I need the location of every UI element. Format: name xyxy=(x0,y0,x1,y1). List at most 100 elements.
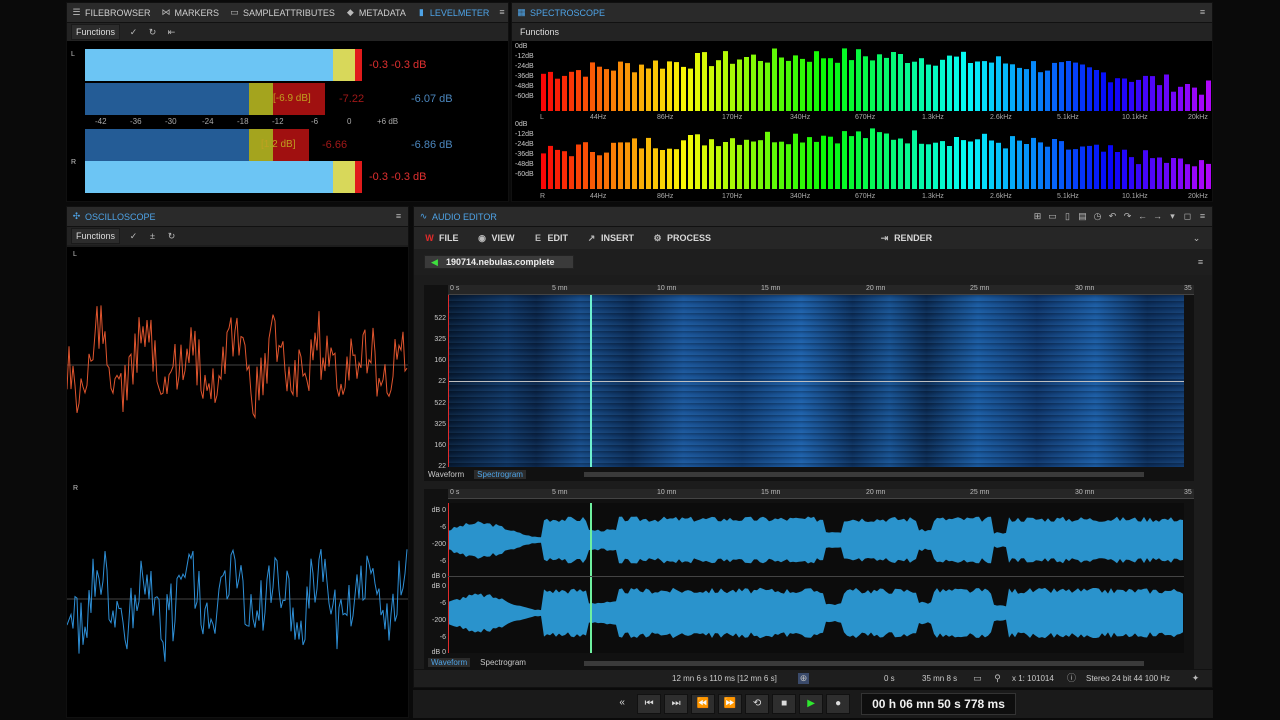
info-icon[interactable]: ⓘ xyxy=(1066,673,1077,684)
functions-button[interactable]: Functions xyxy=(71,228,121,244)
redo-icon[interactable]: ↷ xyxy=(1122,211,1133,222)
spectrum-bar xyxy=(821,135,826,189)
rewind-icon[interactable]: ⏪ xyxy=(691,694,716,714)
menu-render[interactable]: ⇥ RENDER xyxy=(879,233,932,244)
menu-view[interactable]: ◉ VIEW xyxy=(477,232,514,244)
spectrum-bar xyxy=(583,142,588,189)
eye-icon: ◉ xyxy=(478,232,486,243)
view-tab-waveform[interactable]: Waveform xyxy=(428,470,464,479)
forward-icon[interactable]: → xyxy=(1152,211,1163,222)
spectrum-bar xyxy=(1024,144,1029,189)
dropdown-icon[interactable]: ▾ xyxy=(1167,211,1178,222)
spectrum-bar xyxy=(569,71,574,111)
spectrum-bar xyxy=(548,71,553,111)
fast-forward-icon[interactable]: ⏩ xyxy=(718,694,743,714)
tab-levelmeter[interactable]: ▮ LEVELMETER xyxy=(416,7,490,18)
play-icon[interactable]: ▶ xyxy=(799,694,824,714)
spectrum-bar xyxy=(1164,74,1169,111)
checkmark-icon[interactable]: ✓ xyxy=(128,27,139,38)
spectrum-bar xyxy=(555,78,560,111)
view-tab-waveform[interactable]: Waveform xyxy=(428,658,471,667)
new-file-icon[interactable]: ⊞ xyxy=(1032,211,1043,222)
tab-spectroscope[interactable]: ▦ SPECTROSCOPE xyxy=(516,7,605,18)
plus-minus-icon[interactable]: ± xyxy=(147,231,158,242)
tab-filebrowser[interactable]: ☰ FILEBROWSER xyxy=(71,7,150,18)
monitor-icon[interactable]: ▭ xyxy=(972,673,983,684)
checkmark-icon[interactable]: ✓ xyxy=(128,231,139,242)
spectrum-bar xyxy=(1143,75,1148,111)
go-to-start-icon[interactable]: ⏮ xyxy=(637,694,662,714)
functions-button[interactable]: Functions xyxy=(516,25,563,39)
waveform-scrollbar[interactable] xyxy=(584,661,1144,666)
spectrum-bar xyxy=(856,131,861,189)
panel-menu-icon[interactable]: ≡ xyxy=(393,211,404,222)
rms-l-value: -6.07 dB xyxy=(411,93,453,105)
menu-file[interactable]: W FILE xyxy=(424,233,458,244)
zoom-icon[interactable]: ⚲ xyxy=(992,673,1003,684)
record-icon[interactable]: ● xyxy=(826,694,851,714)
snap-icon[interactable]: ⊕ xyxy=(798,673,809,684)
view-tab-spectrogram[interactable]: Spectrogram xyxy=(474,470,526,479)
stop-icon[interactable]: ■ xyxy=(772,694,797,714)
status-format: Stereo 24 bit 44 100 Hz xyxy=(1086,674,1171,683)
spectrum-bar xyxy=(898,54,903,111)
spectrum-bar xyxy=(1045,70,1050,111)
spectrum-bar xyxy=(548,145,553,189)
spectrum-bar xyxy=(1171,158,1176,189)
tab-oscilloscope[interactable]: ✣ OSCILLOSCOPE xyxy=(71,211,156,222)
tab-sampleattributes[interactable]: ▭ SAMPLEATTRIBUTES xyxy=(229,7,335,18)
spectrum-bar xyxy=(653,148,658,189)
spectrogram-canvas[interactable] xyxy=(448,295,1184,467)
menu-edit[interactable]: e EDIT xyxy=(533,233,568,244)
spectrum-bar xyxy=(1066,149,1071,189)
tab-markers[interactable]: ⋈ MARKERS xyxy=(161,7,220,18)
tab-audio-editor[interactable]: ∿ AUDIO EDITOR xyxy=(418,211,497,222)
undo-icon[interactable]: ↶ xyxy=(1107,211,1118,222)
reset-icon[interactable]: ↻ xyxy=(147,27,158,38)
rms-r-value: -6.86 dB xyxy=(411,139,453,151)
spectrum-bar xyxy=(1157,85,1162,111)
file-tab-menu-icon[interactable]: ≡ xyxy=(1195,257,1206,268)
menu-process[interactable]: ⚙ PROCESS xyxy=(652,233,712,244)
open-folder-icon[interactable]: ▭ xyxy=(1047,211,1058,222)
pin-icon[interactable]: ✦ xyxy=(1190,673,1201,684)
functions-button[interactable]: Functions xyxy=(71,24,121,40)
reset-icon[interactable]: ↻ xyxy=(166,231,177,242)
rms-l-red-value: -7.22 xyxy=(339,93,365,105)
spectrum-bar xyxy=(611,142,616,189)
back-icon[interactable]: ← xyxy=(1137,211,1148,222)
chevron-down-icon[interactable]: ⌄ xyxy=(1191,233,1202,244)
waveform-canvas[interactable] xyxy=(448,503,1184,653)
menu-insert[interactable]: ↗ INSERT xyxy=(586,233,634,244)
maximize-icon[interactable]: ◻ xyxy=(1182,211,1193,222)
playhead-cursor[interactable] xyxy=(590,295,592,467)
spectrum-bar xyxy=(793,133,798,189)
loop-icon[interactable]: ⟲ xyxy=(745,694,770,714)
rewind-fast-icon[interactable]: « xyxy=(610,694,634,714)
playhead-cursor[interactable] xyxy=(590,503,592,653)
peak-meter-l-red xyxy=(355,49,362,81)
panel-menu-icon[interactable]: ≡ xyxy=(499,7,504,18)
spectrum-bar xyxy=(1122,149,1127,189)
panel-menu-icon[interactable]: ≡ xyxy=(1197,211,1208,222)
spectrum-bar xyxy=(1143,150,1148,189)
arrow-collapse-icon[interactable]: ⇤ xyxy=(166,27,177,38)
spectrum-bar xyxy=(765,62,770,111)
spectrogram-scrollbar[interactable] xyxy=(584,472,1144,477)
save-icon[interactable]: ▯ xyxy=(1062,211,1073,222)
spectrogram-ruler: 0 s 5 mn 10 mn 15 mn 20 mn 25 mn 30 mn 3… xyxy=(448,285,1194,295)
time-display[interactable]: 00 h 06 mn 50 s 778 ms xyxy=(861,693,1016,715)
spectrum-bar xyxy=(905,63,910,111)
spectrum-bar xyxy=(1101,72,1106,111)
spectrum-bar xyxy=(1171,91,1176,111)
go-to-end-icon[interactable]: ⏭ xyxy=(664,694,689,714)
file-tab[interactable]: ◀ 190714.nebulas.complete xyxy=(424,255,574,269)
spectrum-bar xyxy=(1136,79,1141,111)
panel-menu-icon[interactable]: ≡ xyxy=(1197,7,1208,18)
tab-metadata[interactable]: ◆ METADATA xyxy=(345,7,406,18)
spectrum-bar xyxy=(667,61,672,111)
save-as-icon[interactable]: ▤ xyxy=(1077,211,1088,222)
view-tab-spectrogram[interactable]: Spectrogram xyxy=(480,658,526,667)
history-icon[interactable]: ◷ xyxy=(1092,211,1103,222)
spectrum-bar xyxy=(667,148,672,189)
